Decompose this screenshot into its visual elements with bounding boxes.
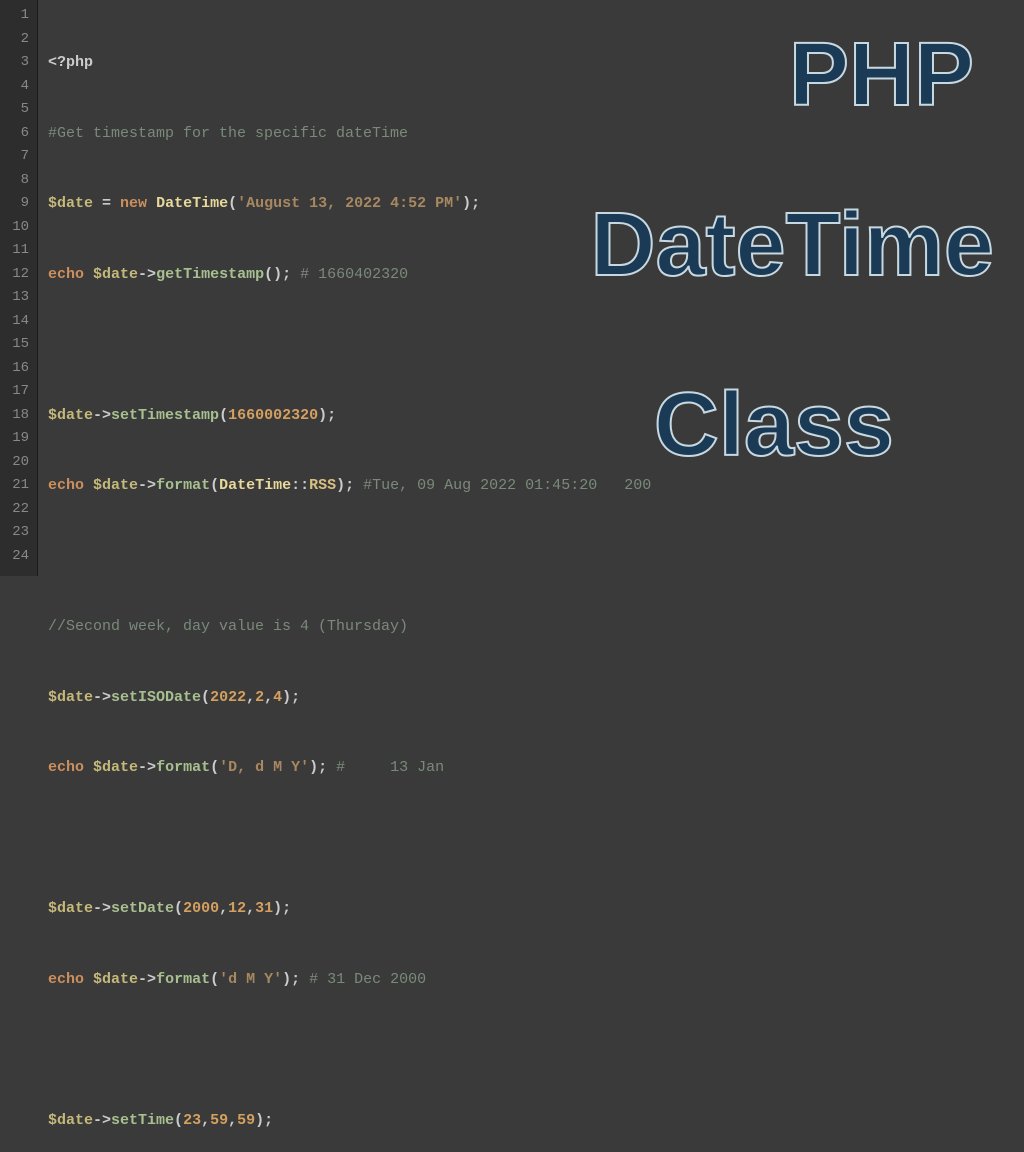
code-line: echo $date->format('d M Y'); # 31 Dec 20…	[48, 968, 1014, 992]
code-line: <?php	[48, 51, 1014, 75]
line-number: 23	[4, 521, 29, 545]
code-line: $date = new DateTime('August 13, 2022 4:…	[48, 192, 1014, 216]
code-line	[48, 827, 1014, 851]
line-number: 19	[4, 427, 29, 451]
line-number: 7	[4, 145, 29, 169]
line-number: 13	[4, 286, 29, 310]
line-number: 3	[4, 51, 29, 75]
line-number: 18	[4, 404, 29, 428]
line-number: 9	[4, 192, 29, 216]
line-number: 22	[4, 498, 29, 522]
line-number: 16	[4, 357, 29, 381]
code-editor: 1 2 3 4 5 6 7 8 9 10 11 12 13 14 15 16 1…	[0, 0, 1024, 576]
line-number: 15	[4, 333, 29, 357]
line-number: 6	[4, 122, 29, 146]
code-line: $date->setISODate(2022,2,4);	[48, 686, 1014, 710]
code-line: echo $date->getTimestamp(); # 1660402320	[48, 263, 1014, 287]
line-number: 2	[4, 28, 29, 52]
code-line	[48, 333, 1014, 357]
line-number: 21	[4, 474, 29, 498]
line-number: 1	[4, 4, 29, 28]
line-number: 12	[4, 263, 29, 287]
code-line: $date->setDate(2000,12,31);	[48, 897, 1014, 921]
line-number: 8	[4, 169, 29, 193]
code-line: $date->setTime(23,59,59);	[48, 1109, 1014, 1133]
line-number: 11	[4, 239, 29, 263]
code-line: $date->setTimestamp(1660002320);	[48, 404, 1014, 428]
code-line: echo $date->format(DateTime::RSS); #Tue,…	[48, 474, 1014, 498]
line-number: 10	[4, 216, 29, 240]
line-number: 20	[4, 451, 29, 475]
line-number: 5	[4, 98, 29, 122]
line-number: 4	[4, 75, 29, 99]
code-line	[48, 545, 1014, 569]
line-number-gutter: 1 2 3 4 5 6 7 8 9 10 11 12 13 14 15 16 1…	[0, 0, 38, 576]
code-line: #Get timestamp for the specific dateTime	[48, 122, 1014, 146]
line-number: 14	[4, 310, 29, 334]
line-number: 24	[4, 545, 29, 569]
code-line: echo $date->format('D, d M Y'); # 13 Jan	[48, 756, 1014, 780]
code-line: //Second week, day value is 4 (Thursday)	[48, 615, 1014, 639]
code-area[interactable]: <?php #Get timestamp for the specific da…	[38, 0, 1024, 576]
line-number: 17	[4, 380, 29, 404]
code-line	[48, 1038, 1014, 1062]
